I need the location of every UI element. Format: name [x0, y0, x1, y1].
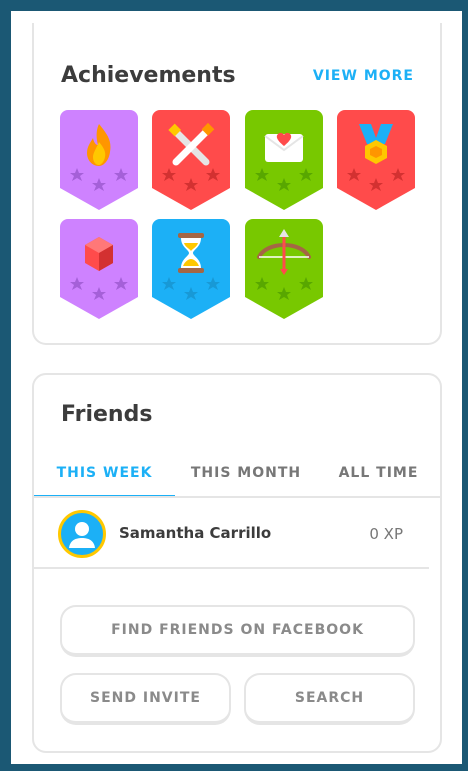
tab-this-month[interactable]: THIS MONTH [175, 458, 317, 498]
medal-badge[interactable] [337, 110, 415, 210]
send-invite-button[interactable]: SEND INVITE [60, 673, 231, 725]
hourglass-badge[interactable] [152, 219, 230, 319]
friend-name: Samantha Carrillo [119, 524, 272, 542]
friends-card: Friends THIS WEEK THIS MONTH ALL TIME Sa… [32, 373, 442, 753]
swords-badge[interactable] [152, 110, 230, 210]
envelope-badge[interactable] [245, 110, 323, 210]
row-divider [34, 567, 429, 569]
avatar [58, 510, 106, 558]
bow-badge[interactable] [245, 219, 323, 319]
friends-tabs: THIS WEEK THIS MONTH ALL TIME [34, 458, 440, 498]
friend-xp: 0 XP [369, 525, 403, 543]
find-friends-facebook-button[interactable]: FIND FRIENDS ON FACEBOOK [60, 605, 415, 657]
envelope-heart-icon [264, 132, 304, 162]
friend-row[interactable]: Samantha Carrillo 0 XP [34, 498, 429, 568]
app-frame: Achievements VIEW MORE Friends THIS WEEK… [11, 11, 462, 764]
flame-badge[interactable] [60, 110, 138, 210]
gem-badge[interactable] [60, 219, 138, 319]
tab-all-time[interactable]: ALL TIME [317, 458, 440, 498]
search-button[interactable]: SEARCH [244, 673, 415, 725]
friends-title: Friends [61, 402, 153, 427]
tab-this-week[interactable]: THIS WEEK [34, 458, 175, 498]
achievements-title: Achievements [61, 63, 236, 88]
achievements-card: Achievements VIEW MORE [32, 23, 442, 345]
view-more-link[interactable]: VIEW MORE [313, 68, 414, 84]
